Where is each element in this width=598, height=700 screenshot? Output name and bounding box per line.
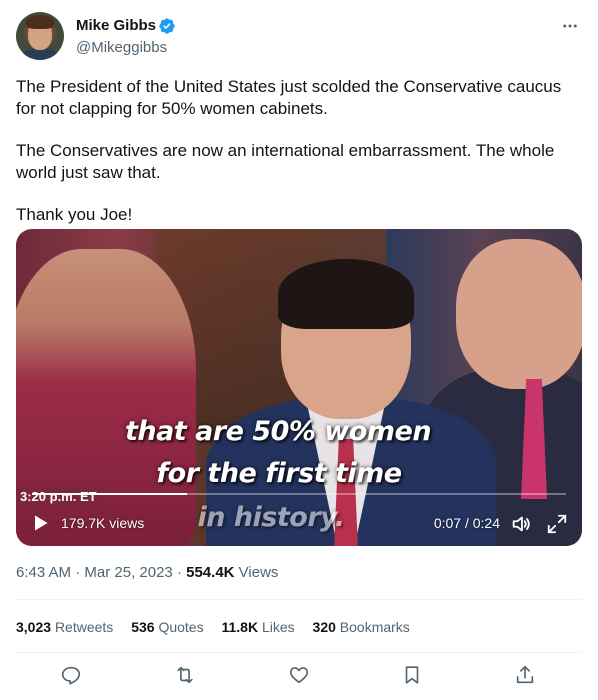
fullscreen-icon[interactable] <box>546 513 568 535</box>
author-block[interactable]: Mike Gibbs @Mikeggibbs <box>76 16 176 58</box>
heart-icon[interactable] <box>288 664 312 688</box>
bookmarks-count: 320 <box>312 619 336 635</box>
quotes-stat[interactable]: 536 Quotes <box>131 619 203 635</box>
tweet-paragraph: Thank you Joe! <box>16 205 133 224</box>
views-label: Views <box>238 564 279 581</box>
video-progress-bar[interactable] <box>32 493 566 495</box>
reply-icon[interactable] <box>60 664 84 688</box>
meta-separator: · <box>176 564 182 581</box>
display-name[interactable]: Mike Gibbs <box>76 16 156 36</box>
video-player[interactable]: that are 50% women for the first time in… <box>16 229 582 546</box>
bookmarks-label: Bookmarks <box>339 619 410 635</box>
video-caption-line: for the first time <box>156 458 402 489</box>
video-time: 0:07 / 0:24 <box>433 515 500 531</box>
video-views: 179.7K views <box>61 515 145 531</box>
divider <box>16 599 582 600</box>
quotes-count: 536 <box>131 619 155 635</box>
share-icon[interactable] <box>514 664 538 688</box>
bookmarks-stat[interactable]: 320 Bookmarks <box>313 619 410 635</box>
tweet-text: The President of the United States just … <box>16 76 582 246</box>
video-person-center-hair <box>278 259 414 329</box>
verified-badge-icon <box>159 18 175 34</box>
handle[interactable]: @Mikeggibbs <box>76 38 176 58</box>
tweet-paragraph: The President of the United States just … <box>16 77 562 118</box>
tweet-time[interactable]: 6:43 AM <box>16 564 71 581</box>
divider <box>16 652 582 653</box>
volume-icon[interactable] <box>510 513 532 535</box>
retweet-icon[interactable] <box>174 664 198 688</box>
engagement-stats: 3,023 Retweets 536 Quotes 11.8K Likes 32… <box>16 619 424 635</box>
bookmark-icon[interactable] <box>401 664 425 688</box>
video-progress-fill <box>32 493 187 495</box>
action-bar <box>16 664 582 688</box>
retweets-stat[interactable]: 3,023 Retweets <box>16 619 113 635</box>
tweet-date[interactable]: Mar 25, 2023 <box>84 564 172 581</box>
tweet-header: Mike Gibbs @Mikeggibbs <box>16 12 582 64</box>
meta-separator: · <box>75 564 81 581</box>
retweets-label: Retweets <box>54 619 114 635</box>
views-count: 554.4K <box>186 564 235 581</box>
tweet-paragraph: The Conservatives are now an internation… <box>16 141 555 182</box>
retweets-count: 3,023 <box>16 619 52 635</box>
quotes-label: Quotes <box>158 619 204 635</box>
likes-stat[interactable]: 11.8K Likes <box>221 619 294 635</box>
play-icon[interactable] <box>30 513 50 533</box>
video-caption-line: that are 50% women <box>124 416 432 447</box>
tweet-meta: 6:43 AM · Mar 25, 2023 · 554.4K Views <box>16 564 278 581</box>
avatar[interactable] <box>16 12 64 60</box>
likes-label: Likes <box>261 619 295 635</box>
broadcast-time-badge: 3:20 p.m. ET <box>16 487 101 506</box>
more-icon[interactable] <box>558 14 582 38</box>
video-person-right-head <box>456 239 582 389</box>
likes-count: 11.8K <box>221 619 259 635</box>
